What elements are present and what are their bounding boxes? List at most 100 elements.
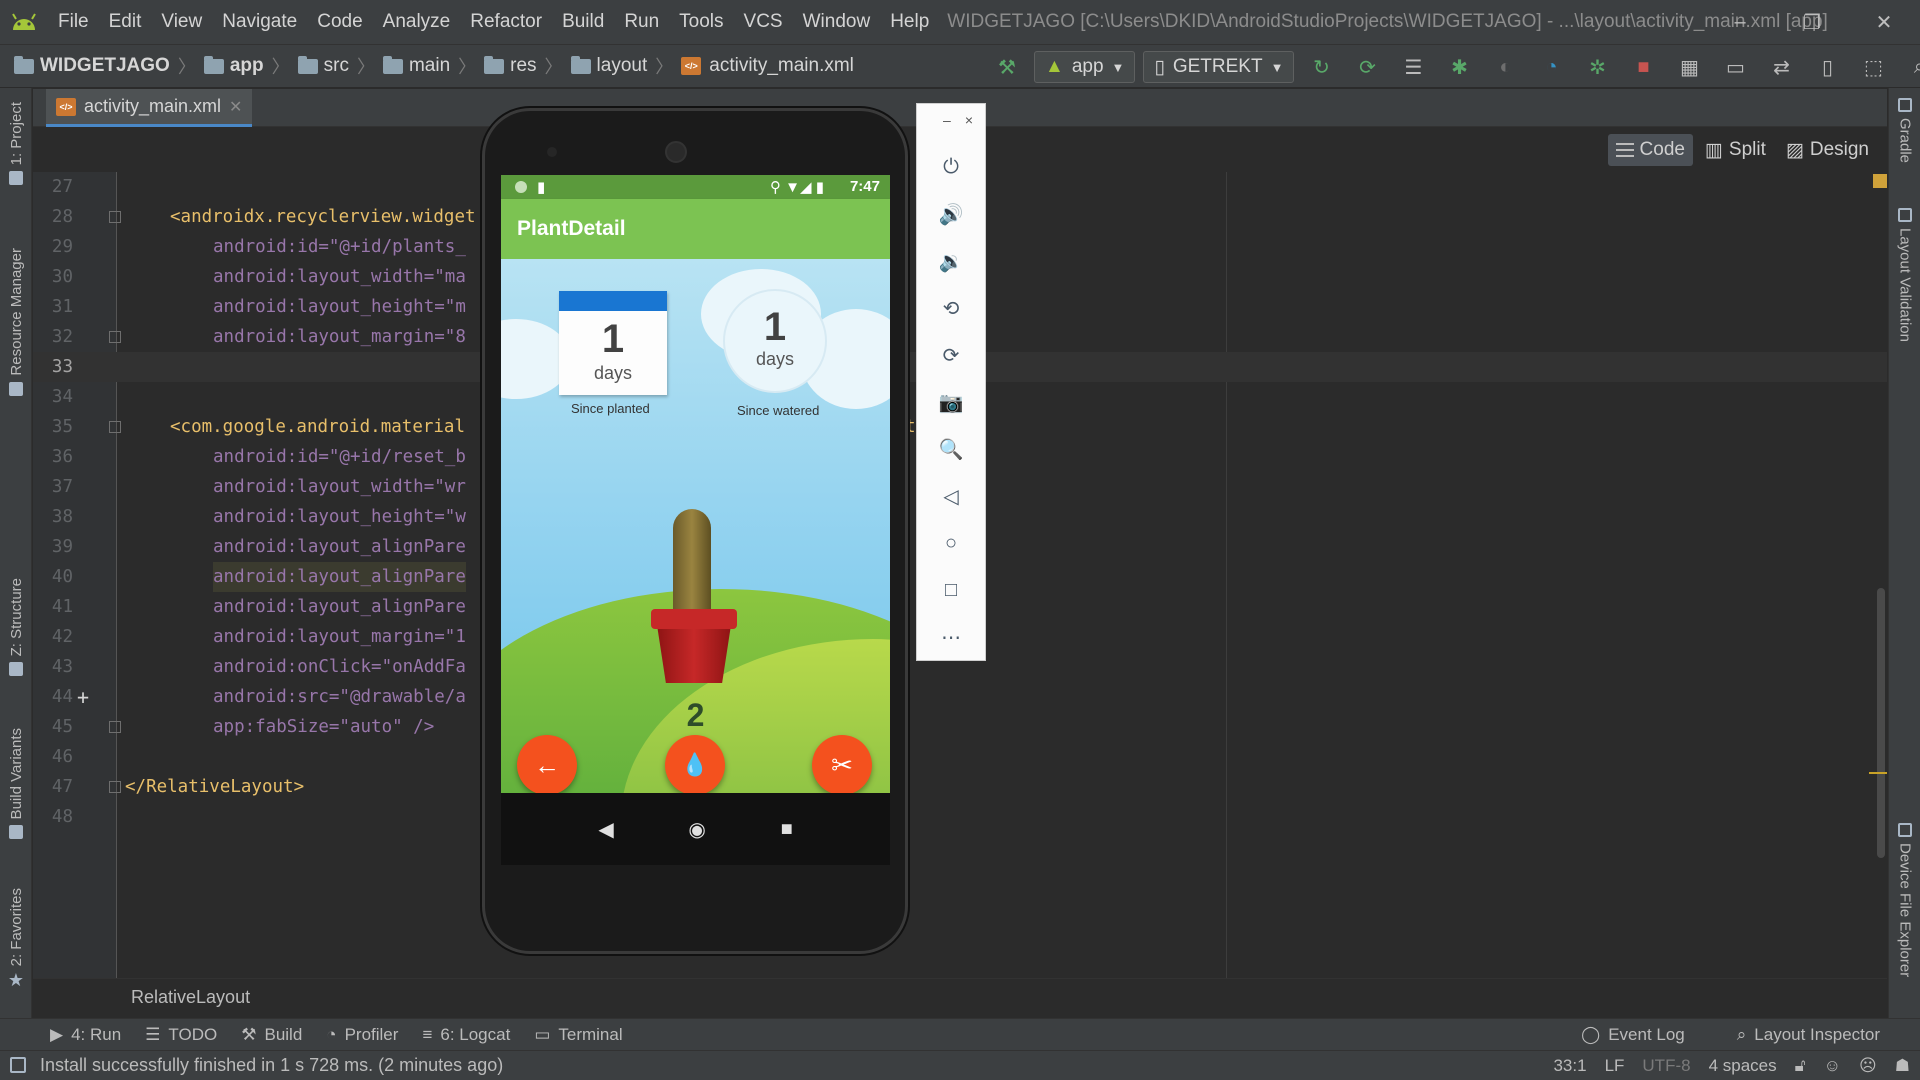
warning-marker-icon[interactable] (1873, 174, 1887, 188)
close-tab-icon[interactable]: ✕ (229, 97, 242, 117)
run-list-icon[interactable]: ☰ (1394, 45, 1432, 89)
cut-fab-button[interactable]: ✂ (812, 735, 872, 795)
rotate-left-button[interactable]: ⟲ (917, 285, 985, 332)
fold-marker-icon[interactable] (109, 421, 121, 433)
avd-manager-icon[interactable]: ▭ (1716, 45, 1754, 89)
layout-inspector-button[interactable]: ⌕ Layout Inspector (1737, 1025, 1880, 1045)
more-button[interactable]: ⋯ (917, 614, 985, 661)
menu-analyze[interactable]: Analyze (373, 0, 461, 44)
minimize-button[interactable]: – (1704, 0, 1776, 44)
menu-tools[interactable]: Tools (669, 0, 733, 44)
volume-up-button[interactable]: 🔊 (917, 191, 985, 238)
back-fab-button[interactable]: ← (517, 735, 577, 795)
breadcrumb-app[interactable]: app (203, 55, 264, 77)
apply-code-changes-icon[interactable]: ⟳ (1348, 45, 1386, 89)
search-icon[interactable]: ⌕ (1900, 45, 1920, 89)
menu-navigate[interactable]: Navigate (212, 0, 307, 44)
design-view-button[interactable]: ▨ Design (1778, 134, 1877, 166)
sdk-manager-icon[interactable]: ⬚ (1854, 45, 1892, 89)
caret-position[interactable]: 33:1 (1553, 1056, 1586, 1076)
home-button[interactable]: ○ (917, 520, 985, 567)
smile-icon[interactable]: ☺ (1824, 1056, 1841, 1076)
stop-icon[interactable]: ■ (1624, 45, 1662, 89)
hector-icon[interactable]: ☗ (1895, 1056, 1910, 1076)
back-button[interactable]: ◁ (917, 473, 985, 520)
menu-vcs[interactable]: VCS (734, 0, 793, 44)
menu-edit[interactable]: Edit (99, 0, 152, 44)
event-log-button[interactable]: ◯ Event Log (1581, 1025, 1685, 1045)
fold-marker-icon[interactable] (109, 721, 121, 733)
emulator-minimize-button[interactable]: – (943, 112, 951, 144)
toggle-tool-windows-icon[interactable] (10, 1057, 26, 1073)
menu-refactor[interactable]: Refactor (460, 0, 552, 44)
device-file-explorer-tab[interactable]: Device File Explorer (1889, 823, 1920, 977)
menu-build[interactable]: Build (552, 0, 614, 44)
screenshot-button[interactable]: 📷 (917, 379, 985, 426)
device-manager-icon[interactable]: ▯ (1808, 45, 1846, 89)
coverage-icon[interactable]: ◐ (1486, 45, 1524, 89)
rotate-right-button[interactable]: ⟳ (917, 332, 985, 379)
fold-marker-icon[interactable] (109, 211, 121, 223)
breadcrumb-main[interactable]: main (382, 55, 450, 77)
power-button[interactable]: ⏻ (917, 144, 985, 191)
nav-back-icon[interactable]: ◀ (598, 817, 613, 842)
close-window-button[interactable]: ✕ (1848, 0, 1920, 44)
editor-scrollbar[interactable] (1877, 588, 1885, 858)
menu-file[interactable]: File (48, 0, 99, 44)
menu-run[interactable]: Run (614, 0, 669, 44)
restore-button[interactable]: ❐ (1776, 0, 1848, 44)
project-tool-tab[interactable]: 1: Project (0, 102, 32, 186)
device-dropdown[interactable]: ▯ GETREKT ▼ (1143, 51, 1295, 83)
emulator-screen[interactable]: ▮ ⚲ ▼◢ ▮ 7:47 PlantDetail 1 days Since p… (501, 175, 890, 865)
add-plus-icon[interactable]: + (77, 682, 89, 712)
water-fab-button[interactable]: 💧 (665, 735, 725, 795)
code-view-button[interactable]: Code (1607, 134, 1693, 166)
project-structure-icon[interactable]: ▦ (1670, 45, 1708, 89)
terminal-tool-button[interactable]: ▭ Terminal (534, 1025, 622, 1045)
menu-code[interactable]: Code (307, 0, 372, 44)
breadcrumb-project[interactable]: WIDGETJAGO (14, 55, 170, 77)
fold-marker-icon[interactable] (109, 331, 121, 343)
overview-button[interactable]: □ (917, 567, 985, 614)
breadcrumb-res[interactable]: res (484, 55, 537, 77)
breadcrumb-src[interactable]: src (297, 55, 349, 77)
nav-home-icon[interactable]: ◉ (688, 817, 705, 842)
nav-recents-icon[interactable]: ■ (781, 818, 793, 841)
structure-tab[interactable]: Z: Structure (0, 578, 32, 677)
profiler-tool-button[interactable]: ◔ Profiler (326, 1025, 398, 1045)
breadcrumb-layout[interactable]: layout (570, 55, 647, 77)
breadcrumb-file[interactable]: </> activity_main.xml (681, 55, 854, 77)
layout-validation-tab[interactable]: Layout Validation (1889, 208, 1920, 342)
attach-debugger-icon[interactable]: ✲ (1578, 45, 1616, 89)
todo-tool-button[interactable]: ☰ TODO (145, 1025, 217, 1045)
debug-bug-icon[interactable]: ✱ (1440, 45, 1478, 89)
emulator-close-button[interactable]: × (965, 112, 973, 144)
build-hammer-icon[interactable]: ⚒ (988, 45, 1026, 89)
gradle-tab[interactable]: Gradle (1889, 98, 1920, 163)
lock-icon[interactable]: 🔓︎ (1795, 1056, 1806, 1076)
file-tab-activity-main[interactable]: </> activity_main.xml ✕ (46, 89, 253, 127)
volume-down-button[interactable]: 🔉 (917, 238, 985, 285)
menu-help[interactable]: Help (880, 0, 939, 44)
logcat-tool-button[interactable]: ≡ 6: Logcat (422, 1025, 510, 1045)
sync-gradle-icon[interactable]: ⇄ (1762, 45, 1800, 89)
zoom-button[interactable]: 🔍 (917, 426, 985, 473)
menu-window[interactable]: Window (793, 0, 881, 44)
indent-setting[interactable]: 4 spaces (1709, 1056, 1777, 1076)
line-separator[interactable]: LF (1605, 1056, 1625, 1076)
run-config-dropdown[interactable]: ▲ app ▼ (1034, 51, 1136, 83)
profiler-icon[interactable]: ◔ (1532, 45, 1570, 89)
build-tool-button[interactable]: ⚒ Build (241, 1025, 302, 1045)
split-view-button[interactable]: ▥ Split (1697, 134, 1774, 166)
favorites-tab[interactable]: 2: Favorites ★ (0, 888, 32, 991)
file-encoding[interactable]: UTF-8 (1642, 1056, 1690, 1076)
resource-manager-tab[interactable]: Resource Manager (0, 248, 32, 396)
menu-view[interactable]: View (151, 0, 212, 44)
frown-icon[interactable]: ☹ (1859, 1056, 1877, 1076)
apply-changes-icon[interactable]: ↻ (1302, 45, 1340, 89)
fold-marker-icon[interactable] (109, 781, 121, 793)
run-tool-button[interactable]: ▶ 4: Run (50, 1025, 121, 1045)
xml-breadcrumb-item[interactable]: RelativeLayout (131, 987, 250, 1008)
status-message[interactable]: Install successfully finished in 1 s 728… (40, 1055, 503, 1076)
build-variants-tab[interactable]: Build Variants (0, 728, 32, 840)
